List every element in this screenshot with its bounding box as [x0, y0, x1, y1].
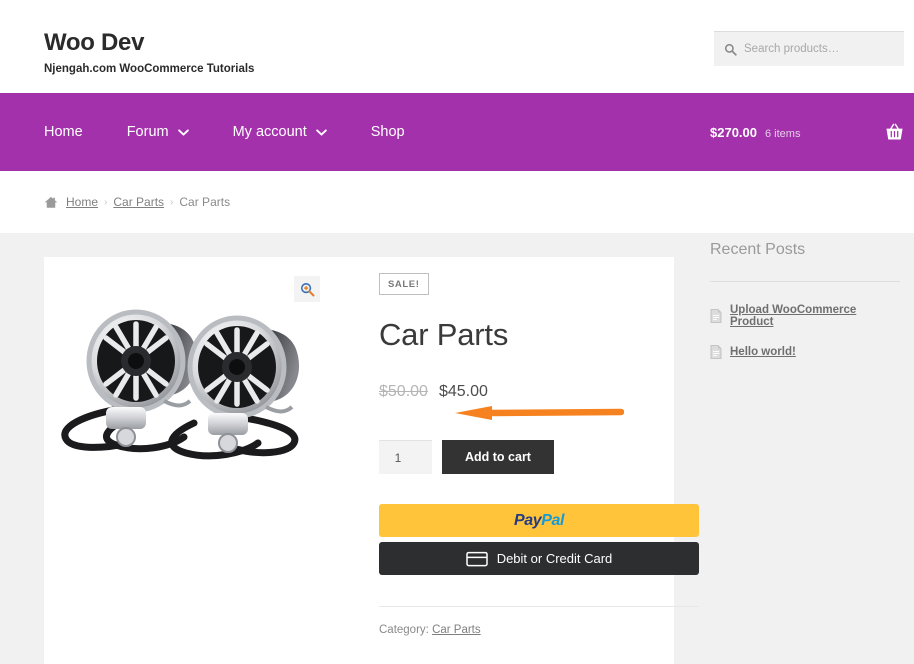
document-icon — [710, 345, 722, 359]
paypal-checkout-button[interactable]: PayPal — [379, 504, 699, 537]
meta-label: Category: — [379, 624, 429, 636]
product-card: SALE! Car Parts $50.00 $45.00 Add to car… — [44, 257, 699, 664]
breadcrumb-current: Car Parts — [179, 195, 231, 209]
quantity-stepper[interactable] — [379, 440, 432, 474]
nav-item-home[interactable]: Home — [44, 118, 105, 146]
price-original: $50.00 — [379, 383, 428, 400]
chevron-down-icon — [315, 128, 327, 136]
debit-credit-card-button[interactable]: Debit or Credit Card — [379, 542, 699, 575]
breadcrumb-link-home[interactable]: Home — [66, 195, 98, 209]
paypal-logo: PayPal — [513, 511, 565, 530]
sidebar: Recent Posts Upload WooCommerce Product — [710, 241, 900, 376]
nav-item-label: Shop — [370, 124, 405, 140]
nav-item-label: Forum — [126, 124, 169, 140]
document-icon — [710, 309, 722, 323]
site-header: Woo Dev Njengah.com WooCommerce Tutorial… — [0, 0, 914, 93]
page-body: SALE! Car Parts $50.00 $45.00 Add to car… — [0, 233, 914, 664]
paypal-buttons: PayPal Debit or Credit Card — [379, 504, 699, 575]
breadcrumb-separator: › — [104, 196, 108, 208]
credit-card-icon — [465, 551, 488, 566]
add-to-cart-button[interactable]: Add to cart — [442, 440, 554, 474]
cart-total: $270.00 — [710, 124, 757, 140]
meta-divider — [379, 606, 699, 607]
product-meta: Category: Car Parts — [379, 624, 699, 636]
magnifier-plus-icon — [300, 282, 315, 297]
product-image[interactable] — [44, 257, 334, 505]
primary-navigation: Home Forum My account Shop $270.00 6 ite… — [0, 93, 914, 171]
sale-badge: SALE! — [379, 273, 429, 295]
breadcrumb-separator: › — [170, 196, 174, 208]
shopping-basket-icon[interactable] — [885, 123, 904, 141]
breadcrumb: Home › Car Parts › Car Parts — [0, 195, 230, 209]
product-title: Car Parts — [379, 317, 509, 352]
breadcrumb-link-category[interactable]: Car Parts — [113, 195, 164, 209]
nav-item-shop[interactable]: Shop — [349, 118, 427, 146]
card-button-label: Debit or Credit Card — [496, 551, 613, 566]
search-input[interactable] — [744, 43, 894, 55]
price-sale: $45.00 — [438, 383, 488, 400]
meta-category-link[interactable]: Car Parts — [432, 624, 481, 636]
recent-post-link[interactable]: Hello world! — [730, 346, 796, 358]
nav-item-my-account[interactable]: My account — [211, 118, 349, 146]
search-icon — [724, 43, 737, 56]
product-search-form[interactable] — [714, 31, 904, 66]
quantity-input[interactable] — [382, 444, 429, 471]
breadcrumb-bar: Home › Car Parts › Car Parts — [0, 171, 914, 233]
paypal-logo-pal: Pal — [541, 511, 565, 529]
recent-posts-list: Upload WooCommerce Product Hello world! — [710, 304, 900, 359]
home-icon[interactable] — [44, 196, 58, 209]
cart-item-count: 6 items — [765, 127, 801, 140]
product-gallery — [44, 257, 334, 664]
site-title: Woo Dev — [44, 29, 145, 56]
chevron-down-icon — [177, 128, 189, 136]
cart-text: $270.00 6 items — [710, 125, 800, 140]
nav-item-forum[interactable]: Forum — [105, 118, 211, 146]
price-row: $50.00 $45.00 — [379, 383, 699, 401]
paypal-logo-pay: Pay — [513, 511, 542, 529]
site-tagline: Njengah.com WooCommerce Tutorials — [44, 63, 255, 76]
widget-title-recent-posts: Recent Posts — [710, 241, 806, 258]
cart-summary[interactable]: $270.00 6 items — [710, 123, 904, 141]
nav-link-list: Home Forum My account Shop — [0, 118, 427, 146]
widget-divider — [710, 281, 900, 282]
nav-item-label: My account — [232, 124, 307, 140]
list-item[interactable]: Upload WooCommerce Product — [710, 304, 900, 328]
site-branding[interactable]: Woo Dev Njengah.com WooCommerce Tutorial… — [44, 29, 255, 76]
list-item[interactable]: Hello world! — [710, 345, 900, 359]
nav-item-label: Home — [44, 124, 83, 140]
image-zoom-button[interactable] — [294, 276, 320, 302]
recent-post-link[interactable]: Upload WooCommerce Product — [730, 304, 900, 328]
add-to-cart-form: Add to cart — [379, 440, 699, 474]
product-summary: SALE! Car Parts $50.00 $45.00 Add to car… — [334, 257, 699, 664]
